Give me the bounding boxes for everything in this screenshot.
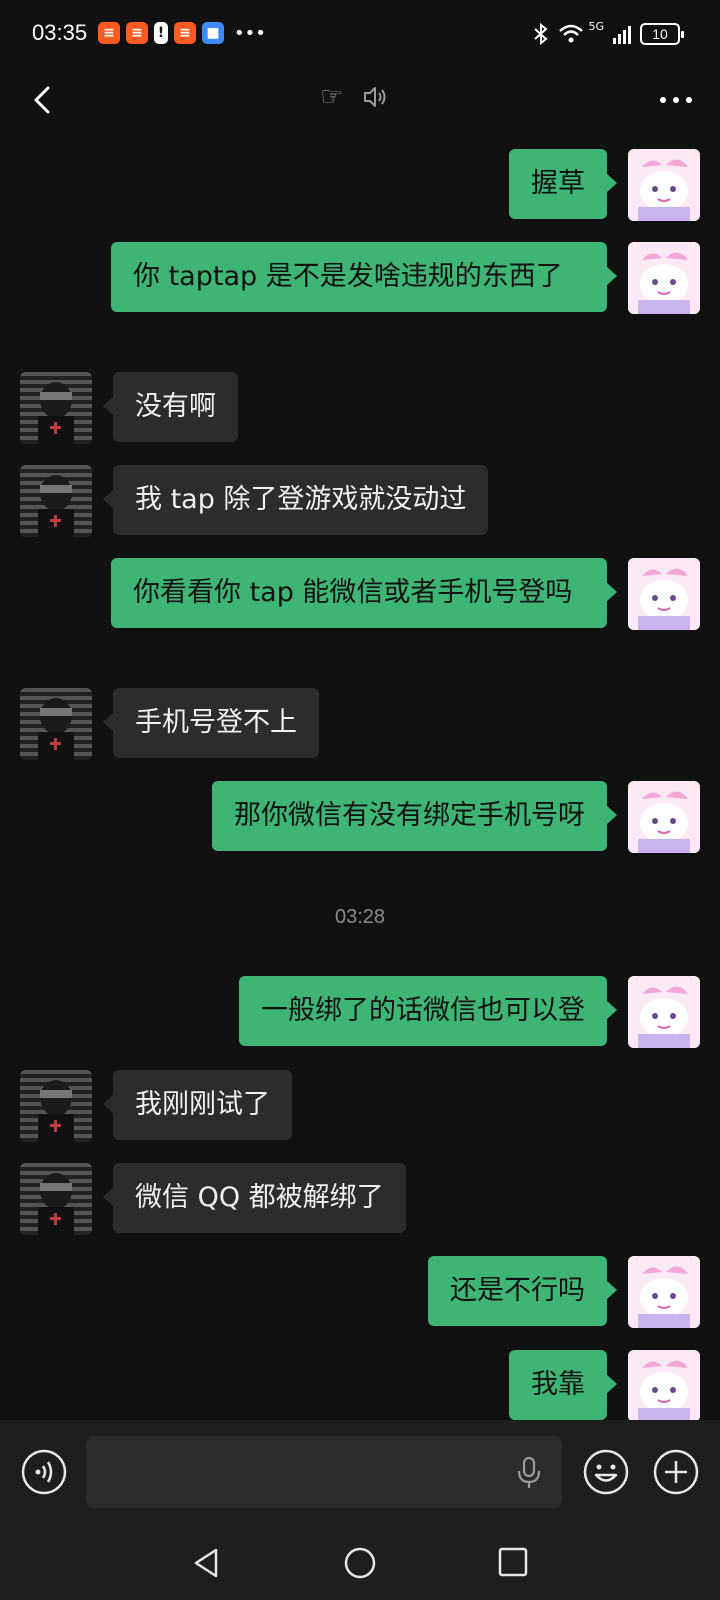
message-bubble-outgoing[interactable]: 我靠 bbox=[509, 1350, 617, 1420]
more-dots-icon[interactable] bbox=[658, 88, 694, 112]
self-avatar[interactable] bbox=[628, 1256, 700, 1328]
self-avatar[interactable] bbox=[628, 1350, 700, 1422]
self-avatar[interactable] bbox=[628, 781, 700, 853]
self-avatar[interactable] bbox=[628, 149, 700, 221]
notification-icons: ≡ ≡ ! ≡ ■ ••• bbox=[98, 22, 266, 44]
self-avatar[interactable] bbox=[628, 558, 700, 630]
wifi-icon bbox=[559, 24, 584, 43]
shopping-app-icon: ≡ bbox=[174, 22, 196, 44]
system-icons: 5G 10 bbox=[532, 19, 684, 46]
chevron-left-icon[interactable] bbox=[24, 80, 64, 120]
system-nav-bar bbox=[0, 1530, 720, 1600]
bluetooth-icon bbox=[534, 22, 549, 46]
chat-title: ☞ bbox=[320, 82, 344, 112]
chat-title-area[interactable]: ☞ bbox=[320, 82, 387, 112]
shopping-app-icon: ≡ bbox=[126, 22, 148, 44]
message-bubble-outgoing[interactable]: 你 taptap 是不是发啥违规的东西了 bbox=[111, 242, 617, 312]
speaker-icon bbox=[364, 87, 386, 107]
contact-avatar[interactable] bbox=[20, 465, 92, 537]
nav-recent-icon[interactable] bbox=[497, 1546, 529, 1578]
message-bubble-incoming[interactable]: 手机号登不上 bbox=[103, 688, 319, 758]
message-bubble-outgoing[interactable]: 那你微信有没有绑定手机号呀 bbox=[212, 781, 617, 851]
self-avatar[interactable] bbox=[628, 242, 700, 314]
status-time: 03:35 bbox=[32, 20, 88, 45]
network-type: 5G bbox=[588, 19, 604, 33]
plus-icon[interactable] bbox=[652, 1448, 700, 1496]
message-bubble-outgoing[interactable]: 你看看你 tap 能微信或者手机号登吗 bbox=[111, 558, 617, 628]
signal-icon bbox=[613, 26, 631, 44]
alert-icon: ! bbox=[154, 22, 168, 44]
message-input[interactable] bbox=[86, 1436, 562, 1508]
shopping-app-icon: ≡ bbox=[98, 22, 120, 44]
microphone-icon[interactable] bbox=[514, 1456, 544, 1490]
more-notifications-icon: ••• bbox=[234, 22, 266, 44]
shield-app-icon: ■ bbox=[202, 22, 224, 44]
self-avatar[interactable] bbox=[628, 976, 700, 1048]
emoji-icon[interactable] bbox=[582, 1448, 630, 1496]
message-bubble-incoming[interactable]: 我 tap 除了登游戏就没动过 bbox=[102, 465, 489, 535]
message-bubble-incoming[interactable]: 我刚刚试了 bbox=[103, 1070, 292, 1140]
contact-avatar[interactable] bbox=[20, 1070, 92, 1142]
battery-indicator: 10 bbox=[640, 23, 684, 45]
message-bubble-incoming[interactable]: 没有啊 bbox=[103, 372, 238, 442]
status-bar: 03:35 ≡ ≡ ! ≡ ■ ••• 5G 10 bbox=[0, 0, 720, 70]
chat-header: ☞ bbox=[0, 70, 720, 130]
nav-back-icon[interactable] bbox=[190, 1546, 224, 1580]
message-bubble-outgoing[interactable]: 握草 bbox=[509, 149, 617, 219]
voice-mode-icon[interactable] bbox=[20, 1448, 68, 1496]
message-bubble-incoming[interactable]: 微信 QQ 都被解绑了 bbox=[103, 1163, 406, 1233]
contact-avatar[interactable] bbox=[20, 1163, 92, 1235]
message-bubble-outgoing[interactable]: 一般绑了的话微信也可以登 bbox=[239, 976, 617, 1046]
contact-avatar[interactable] bbox=[20, 688, 92, 760]
nav-home-icon[interactable] bbox=[343, 1546, 377, 1580]
chat-input-bar bbox=[0, 1420, 720, 1530]
message-bubble-outgoing[interactable]: 还是不行吗 bbox=[428, 1256, 617, 1326]
contact-avatar[interactable] bbox=[20, 372, 92, 444]
message-timestamp: 03:28 bbox=[334, 906, 386, 928]
